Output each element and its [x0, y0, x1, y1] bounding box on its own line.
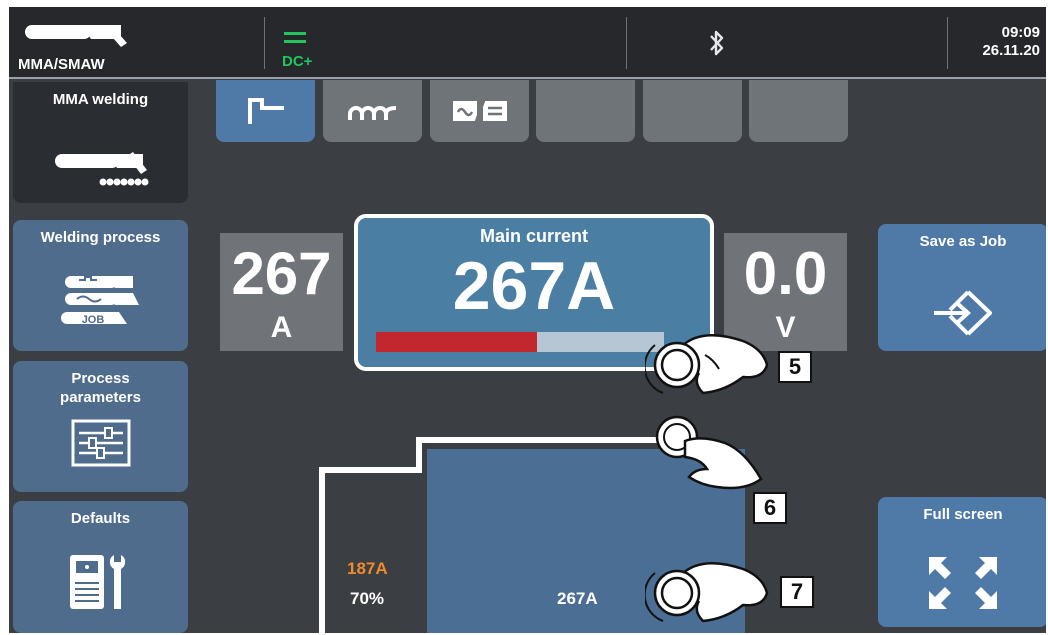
sign-in-arrow-icon	[934, 290, 992, 336]
full-screen-button[interactable]: Full screen	[878, 497, 1046, 627]
sidebar-item-label: MMA welding	[52, 91, 149, 108]
current-unit: A	[270, 311, 293, 344]
hot-start-icon	[247, 98, 284, 124]
main-current-value: 267A	[452, 248, 616, 324]
machine-wrench-icon	[69, 555, 125, 609]
dc-icon	[284, 32, 306, 43]
welding-display: MMA/SMAW DC+ 09:09 26.11.20 MMA welding …	[9, 7, 1046, 633]
hand-turn-knob-icon	[645, 562, 769, 623]
start-current-value: 187A	[347, 559, 388, 578]
polarity-label: DC+	[282, 53, 313, 70]
svg-text:JOB: JOB	[81, 314, 104, 326]
sidebar-item-label: Process parameters	[60, 370, 141, 406]
sidebar-item-mma-welding[interactable]: MMA welding	[13, 82, 188, 203]
arc-force-icon	[347, 106, 396, 120]
main-current-title: Main current	[479, 226, 589, 246]
hand-tap-icon	[655, 415, 763, 490]
voltage-value: 0.0	[743, 240, 828, 307]
ac-dc-icon	[452, 99, 507, 123]
process-job-icon: JOB	[60, 276, 139, 326]
mode-label: MMA/SMAW	[18, 56, 105, 73]
electrode-holder-icon	[54, 152, 148, 186]
sidebar-item-welding-process[interactable]: Welding process JOB	[13, 220, 188, 351]
sliders-icon	[71, 419, 130, 467]
save-as-job-button[interactable]: Save as Job	[878, 224, 1046, 351]
current-value: 267	[231, 240, 332, 307]
clock-date: 26.11.20	[982, 42, 1040, 59]
tab-ac-dc[interactable]	[430, 80, 529, 142]
callout-5: 5	[778, 351, 812, 383]
sidebar-item-defaults[interactable]: Defaults	[13, 501, 188, 633]
tab-arc-force[interactable]	[323, 80, 422, 142]
start-current-percent: 70%	[350, 589, 385, 608]
expand-icon	[929, 557, 997, 609]
main-current-bar	[376, 332, 664, 352]
tab-empty-3[interactable]	[749, 80, 848, 142]
current-readout: 267 A	[220, 233, 343, 351]
bluetooth-icon[interactable]	[708, 29, 726, 57]
main-current-bar-fill	[376, 332, 538, 352]
tab-empty-1[interactable]	[536, 80, 635, 142]
sidebar-item-process-parameters[interactable]: Process parameters	[13, 361, 188, 492]
callout-7: 7	[780, 576, 814, 608]
graph-main-current: 267A	[557, 589, 598, 608]
sidebar-item-label: Defaults	[70, 510, 131, 527]
hand-turn-knob-icon	[645, 334, 769, 395]
top-status-bar: MMA/SMAW DC+ 09:09 26.11.20	[9, 7, 1046, 79]
electrode-holder-icon	[25, 25, 127, 47]
full-screen-label: Full screen	[923, 506, 1003, 523]
tab-empty-2[interactable]	[643, 80, 742, 142]
callout-6: 6	[753, 492, 787, 524]
tab-hot-start[interactable]	[216, 80, 315, 142]
clock-time: 09:09	[1001, 24, 1040, 41]
save-as-job-label: Save as Job	[919, 233, 1007, 250]
sidebar-item-label: Welding process	[40, 229, 161, 246]
